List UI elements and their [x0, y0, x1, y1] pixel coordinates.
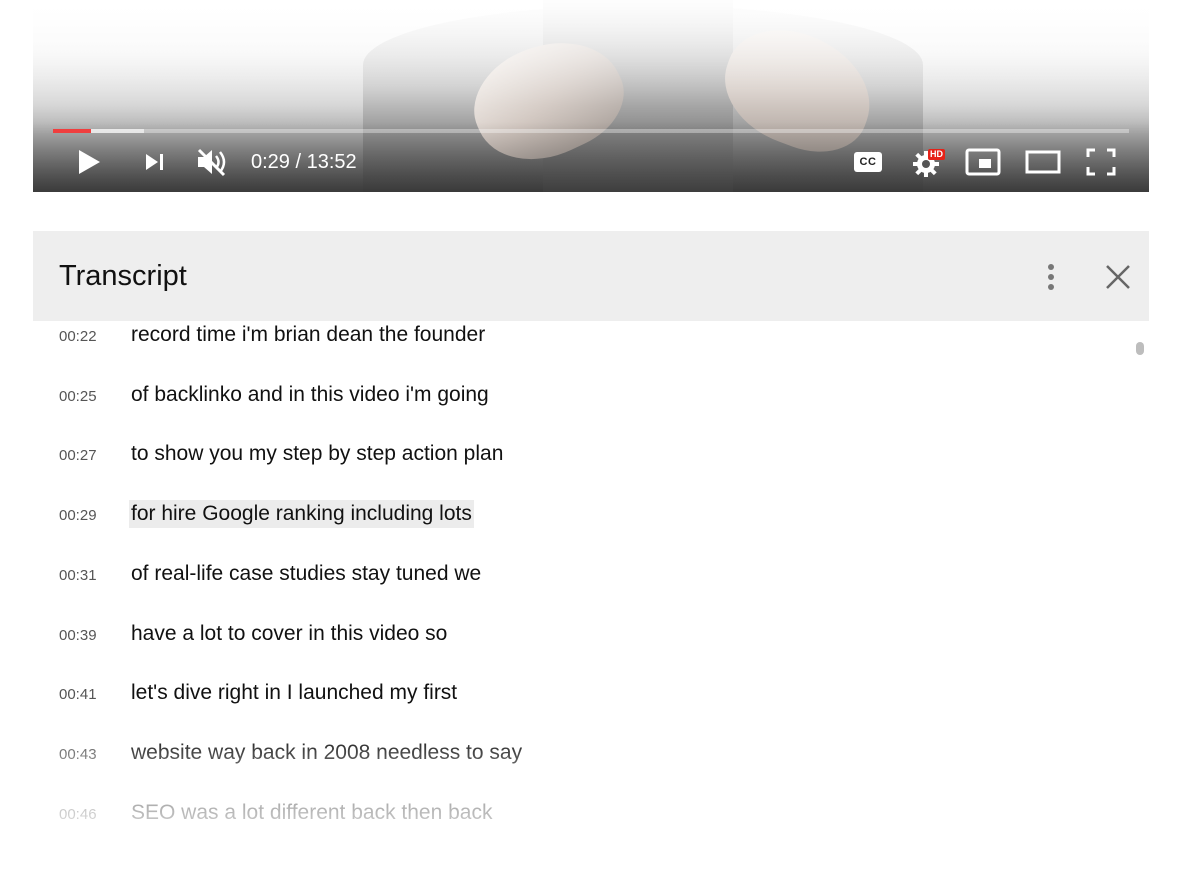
- transcript-segment[interactable]: 00:43 website way back in 2008 needless t…: [33, 735, 1113, 775]
- segment-timestamp: 00:22: [59, 328, 97, 345]
- progress-played: [53, 129, 91, 133]
- segment-text: SEO was a lot different back then back: [131, 800, 493, 824]
- segment-text: website way back in 2008 needless to say: [131, 740, 523, 764]
- segment-timestamp: 00:39: [59, 626, 97, 644]
- transcript-segment[interactable]: 00:41 let's dive right in I launched my f…: [33, 675, 1113, 715]
- next-button[interactable]: [139, 146, 171, 178]
- segment-timestamp: 00:27: [59, 447, 97, 465]
- transcript-segment[interactable]: 00:22 record time i'm brian dean the foun…: [33, 321, 1113, 357]
- segment-text: of real-life case studies stay tuned we: [131, 561, 482, 585]
- segment-text: record time i'm brian dean the founder: [131, 323, 486, 346]
- segment-timestamp: 00:31: [59, 566, 97, 584]
- segment-timestamp: 00:46: [59, 805, 97, 823]
- captions-button[interactable]: CC: [851, 146, 885, 178]
- transcript-title: Transcript: [59, 260, 187, 292]
- theater-icon: [1025, 150, 1061, 174]
- segment-timestamp: 00:25: [59, 387, 97, 405]
- mute-button[interactable]: [191, 146, 231, 178]
- time-display: 0:29 / 13:52: [251, 151, 357, 173]
- transcript-segment[interactable]: 00:46 SEO was a lot different back then b…: [33, 795, 1113, 835]
- segment-text: have a lot to cover in this video so: [131, 621, 448, 645]
- video-player[interactable]: 0:29 / 13:52 CC HD: [33, 0, 1149, 192]
- theater-mode-button[interactable]: [1023, 146, 1063, 178]
- segment-text: to show you my step by step action plan: [131, 442, 504, 466]
- miniplayer-icon: [965, 148, 1001, 176]
- captions-icon: CC: [854, 152, 882, 172]
- miniplayer-button[interactable]: [963, 146, 1003, 178]
- settings-button[interactable]: HD: [909, 146, 949, 178]
- transcript-segment[interactable]: 00:31 of real-life case studies stay tune…: [33, 556, 1113, 596]
- fullscreen-button[interactable]: [1083, 146, 1119, 178]
- more-vert-icon: [1048, 264, 1054, 270]
- fullscreen-icon: [1086, 148, 1116, 176]
- transcript-menu-button[interactable]: [1039, 262, 1063, 292]
- mute-icon: [194, 147, 228, 177]
- transcript-segment[interactable]: 00:27 to show you my step by step action …: [33, 436, 1113, 476]
- segment-timestamp: 00:43: [59, 745, 97, 763]
- hd-badge: HD: [928, 149, 945, 160]
- segment-timestamp: 00:41: [59, 686, 97, 704]
- progress-bar[interactable]: [53, 129, 1129, 133]
- settings-icon: HD: [912, 147, 946, 177]
- segment-text: for hire Google ranking including lots: [129, 500, 474, 529]
- segment-timestamp: 00:29: [59, 507, 97, 525]
- transcript-segment[interactable]: 00:25 of backlinko and in this video i'm …: [33, 377, 1113, 417]
- play-button[interactable]: [71, 146, 107, 178]
- segment-text: let's dive right in I launched my first: [131, 681, 458, 705]
- next-icon: [143, 152, 167, 172]
- segment-text: of backlinko and in this video i'm going: [131, 382, 489, 406]
- transcript-list[interactable]: 00:22 record time i'm brian dean the foun…: [33, 321, 1149, 881]
- transcript-header: Transcript: [33, 231, 1149, 321]
- close-icon: [1103, 265, 1133, 296]
- play-icon: [76, 148, 102, 176]
- transcript-close-button[interactable]: [1103, 262, 1133, 292]
- transcript-scrollbar[interactable]: [1136, 342, 1144, 355]
- transcript-segment[interactable]: 00:29 for hire Google ranking including l…: [33, 496, 1113, 536]
- transcript-segment[interactable]: 00:39 have a lot to cover in this video s…: [33, 616, 1113, 656]
